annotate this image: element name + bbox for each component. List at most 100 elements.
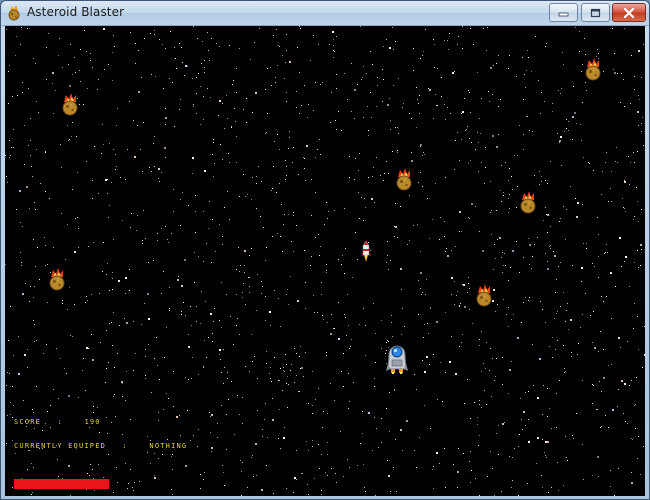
star [283, 370, 284, 371]
minimize-button[interactable] [549, 3, 578, 22]
star [420, 288, 421, 289]
star [46, 79, 47, 80]
game-canvas[interactable]: SCORE : 190 CURRENTLY EQUIPED : NOTHING [5, 26, 645, 496]
star [560, 306, 561, 307]
asteroid [520, 191, 536, 214]
title-bar[interactable]: Asteroid Blaster [1, 1, 649, 26]
maximize-button[interactable] [581, 3, 610, 22]
star [42, 430, 43, 431]
star [153, 260, 154, 261]
star [432, 219, 433, 220]
star [208, 337, 209, 338]
star [547, 441, 549, 443]
star [50, 427, 51, 428]
star [286, 50, 287, 51]
star [165, 157, 166, 158]
star [612, 409, 614, 411]
star [104, 69, 105, 70]
star [563, 64, 564, 65]
star [231, 126, 232, 127]
star [630, 162, 631, 163]
star [263, 227, 264, 228]
star [555, 292, 556, 293]
star [305, 352, 306, 353]
star [470, 482, 471, 483]
star [593, 170, 594, 171]
star [67, 309, 68, 310]
star [534, 175, 535, 176]
star [435, 183, 436, 184]
star [394, 226, 395, 227]
star [625, 256, 627, 258]
star [565, 436, 566, 437]
star [397, 150, 398, 151]
star [558, 490, 559, 491]
star [33, 297, 34, 298]
star [88, 246, 89, 247]
star [470, 28, 471, 29]
star [543, 220, 544, 221]
star [98, 193, 99, 194]
star [153, 143, 154, 144]
star [433, 466, 434, 467]
star [381, 418, 382, 419]
star [46, 344, 47, 345]
star [151, 392, 152, 393]
star [592, 342, 593, 343]
star [288, 384, 289, 385]
star [244, 265, 245, 266]
star [36, 340, 37, 341]
star [161, 293, 162, 294]
star [400, 429, 402, 431]
star [47, 264, 48, 265]
star [563, 292, 564, 293]
star [72, 74, 73, 75]
star [603, 71, 604, 72]
star [565, 239, 566, 240]
star [618, 468, 619, 469]
star [213, 321, 214, 322]
star [311, 256, 312, 257]
star [605, 252, 606, 253]
close-button[interactable] [612, 3, 646, 22]
star [65, 259, 66, 260]
star [523, 411, 525, 413]
star [490, 348, 491, 349]
star [454, 281, 455, 282]
star [333, 57, 334, 58]
star [384, 173, 385, 174]
star [270, 67, 271, 68]
star [312, 446, 313, 447]
star [475, 149, 476, 150]
star [172, 454, 173, 455]
star [29, 450, 30, 451]
star [326, 272, 327, 273]
star [129, 101, 130, 102]
star [70, 335, 71, 336]
star [594, 347, 596, 349]
star [40, 183, 41, 184]
star [355, 232, 356, 233]
star [207, 88, 208, 89]
star [545, 46, 546, 47]
star [348, 373, 349, 374]
star [479, 339, 480, 340]
star [527, 116, 528, 117]
star [261, 181, 262, 182]
star [526, 116, 527, 117]
star [597, 49, 598, 50]
star [33, 412, 34, 413]
star [592, 475, 593, 476]
star [77, 217, 78, 218]
star [511, 361, 512, 362]
star [45, 245, 46, 246]
star [83, 358, 84, 359]
star [423, 152, 424, 153]
star [321, 282, 322, 283]
star [532, 131, 533, 132]
star [335, 120, 336, 121]
game-window: Asteroid Blaster SCORE: 190 CURRENTLY E… [0, 0, 650, 500]
star [10, 414, 11, 415]
star [330, 122, 331, 123]
star [611, 171, 612, 172]
